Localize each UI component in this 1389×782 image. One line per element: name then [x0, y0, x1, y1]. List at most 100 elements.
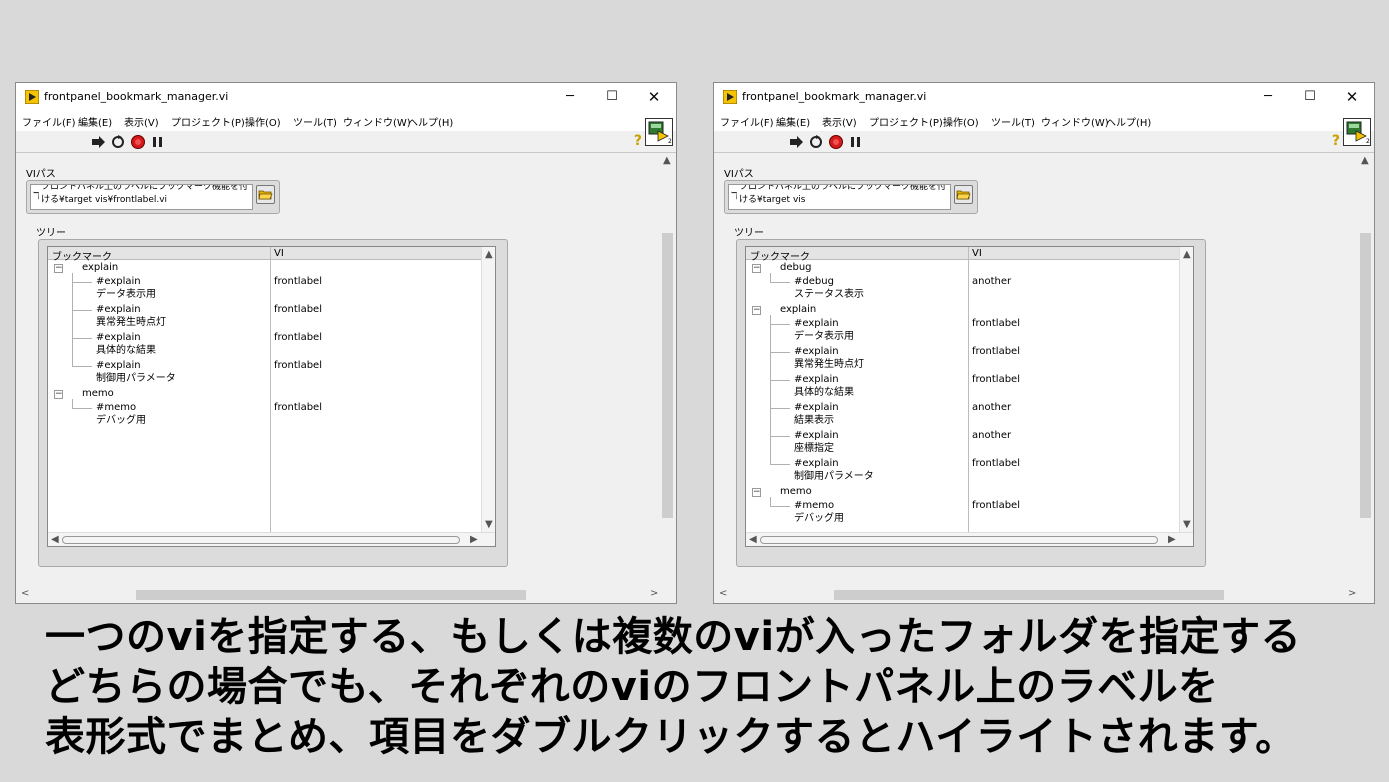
help-icon[interactable]: ? [634, 133, 642, 149]
menu-file[interactable]: ファイル(F) [22, 114, 76, 129]
vi-path-control: ℸ フロントパネル上のラベルにブックマーク機能を付 ける¥target vis¥… [26, 180, 280, 214]
help-icon[interactable]: ? [1332, 133, 1340, 149]
menu-view[interactable]: 表示(V) [124, 114, 159, 129]
menu-tools[interactable]: ツール(T) [293, 114, 337, 129]
tree-item-row[interactable]: #explain 制御用パラメータ frontlabel [746, 458, 1180, 484]
tree-item-row[interactable]: #explain 異常発生時点灯 frontlabel [746, 346, 1180, 372]
bookmark-tag: #explain [794, 430, 839, 441]
scroll-down-arrow-icon[interactable]: ▼ [1183, 519, 1191, 530]
tree-item-row[interactable]: #explain データ表示用 frontlabel [746, 318, 1180, 344]
vi-path-input[interactable]: ℸ フロントパネル上のラベルにブックマーク機能を付 ける¥target vis [728, 184, 951, 210]
scroll-right-arrow-icon[interactable]: > [650, 588, 658, 599]
tree-group-row[interactable]: − explain [48, 262, 270, 275]
scroll-up-arrow-icon[interactable]: ▲ [663, 155, 671, 166]
close-button[interactable]: ✕ [1332, 87, 1372, 107]
menu-window[interactable]: ウィンドウ(W) [343, 114, 411, 129]
bookmark-vi-name: frontlabel [972, 374, 1020, 385]
browse-button[interactable] [954, 185, 973, 204]
tree-vertical-scrollbar[interactable]: ▲ ▼ [481, 247, 495, 534]
pause-icon[interactable] [150, 134, 166, 150]
scroll-down-arrow-icon[interactable]: ▼ [485, 519, 493, 530]
connector-pane-icon[interactable]: 2 [1343, 118, 1371, 146]
tree-item-row[interactable]: #explain 結果表示 another [746, 402, 1180, 428]
scroll-right-arrow-icon[interactable]: ▶ [1168, 534, 1176, 545]
run-continuously-icon[interactable] [808, 134, 824, 150]
scroll-left-arrow-icon[interactable]: < [21, 588, 29, 599]
window-vertical-thumb[interactable] [1360, 233, 1371, 518]
window-horizontal-thumb[interactable] [136, 590, 526, 600]
pause-icon[interactable] [848, 134, 864, 150]
tree-horizontal-thumb[interactable] [760, 536, 1158, 544]
window-vertical-scrollbar[interactable]: ▲ [659, 153, 676, 587]
bookmark-label: 制御用パラメータ [794, 471, 874, 482]
vi-path-input[interactable]: ℸ フロントパネル上のラベルにブックマーク機能を付 ける¥target vis¥… [30, 184, 253, 210]
tree-horizontal-thumb[interactable] [62, 536, 460, 544]
run-arrow-icon[interactable] [90, 134, 106, 150]
menu-tools[interactable]: ツール(T) [991, 114, 1035, 129]
close-button[interactable]: ✕ [634, 87, 674, 107]
menu-file[interactable]: ファイル(F) [720, 114, 774, 129]
collapse-toggle-icon[interactable]: − [752, 306, 761, 315]
tree-vertical-scrollbar[interactable]: ▲ ▼ [1179, 247, 1193, 534]
tree-item-row[interactable]: #explain 異常発生時点灯 frontlabel [48, 304, 482, 330]
maximize-button[interactable]: ☐ [1290, 87, 1330, 107]
menu-project[interactable]: プロジェクト(P) [869, 114, 943, 129]
collapse-toggle-icon[interactable]: − [752, 264, 761, 273]
tree-item-row[interactable]: #memo デバッグ用 frontlabel [48, 402, 482, 428]
collapse-toggle-icon[interactable]: − [54, 264, 63, 273]
window-horizontal-scrollbar[interactable]: < > [16, 586, 676, 603]
bookmark-tree[interactable]: ブックマーク VI − debug #debug ステータス表示 another − exp… [745, 246, 1194, 547]
abort-icon[interactable] [828, 134, 844, 150]
menu-help[interactable]: ヘルプ(H) [1106, 114, 1151, 129]
scroll-up-arrow-icon[interactable]: ▲ [485, 249, 493, 260]
connector-pane-icon[interactable]: 2 [645, 118, 673, 146]
tree-item-row[interactable]: #explain 具体的な結果 frontlabel [48, 332, 482, 358]
labview-vi-icon [25, 90, 39, 104]
browse-button[interactable] [256, 185, 275, 204]
window-horizontal-thumb[interactable] [834, 590, 1224, 600]
tree-item-row[interactable]: #explain 座標指定 another [746, 430, 1180, 456]
tree-item-row[interactable]: #memo デバッグ用 frontlabel [746, 500, 1180, 526]
minimize-button[interactable]: ─ [1248, 87, 1288, 107]
menu-edit[interactable]: 編集(E) [776, 114, 810, 129]
collapse-toggle-icon[interactable]: − [752, 488, 761, 497]
menu-edit[interactable]: 編集(E) [78, 114, 112, 129]
tree-group-row[interactable]: − memo [48, 388, 270, 401]
bookmark-label: ステータス表示 [794, 289, 864, 300]
menu-window[interactable]: ウィンドウ(W) [1041, 114, 1109, 129]
menu-operate[interactable]: 操作(O) [245, 114, 281, 129]
tree-item-row[interactable]: #explain データ表示用 frontlabel [48, 276, 482, 302]
abort-icon[interactable] [130, 134, 146, 150]
collapse-toggle-icon[interactable]: − [54, 390, 63, 399]
menu-view[interactable]: 表示(V) [822, 114, 857, 129]
bookmark-tree[interactable]: ブックマーク VI − explain #explain データ表示用 frontlab… [47, 246, 496, 547]
run-arrow-icon[interactable] [788, 134, 804, 150]
tree-item-row[interactable]: #explain 具体的な結果 frontlabel [746, 374, 1180, 400]
tree-group-row[interactable]: − debug [746, 262, 968, 275]
menu-help[interactable]: ヘルプ(H) [408, 114, 453, 129]
menu-operate[interactable]: 操作(O) [943, 114, 979, 129]
tree-item-row[interactable]: #explain 制御用パラメータ frontlabel [48, 360, 482, 386]
scroll-left-arrow-icon[interactable]: < [719, 588, 727, 599]
scroll-up-arrow-icon[interactable]: ▲ [1183, 249, 1191, 260]
menu-project[interactable]: プロジェクト(P) [171, 114, 245, 129]
tree-trunk-line [770, 315, 771, 464]
tree-group-row[interactable]: − memo [746, 486, 968, 499]
minimize-button[interactable]: ─ [550, 87, 590, 107]
scroll-left-arrow-icon[interactable]: ◀ [749, 534, 757, 545]
bookmark-vi-name: frontlabel [274, 360, 322, 371]
window-vertical-thumb[interactable] [662, 233, 673, 518]
window-vertical-scrollbar[interactable]: ▲ [1357, 153, 1374, 587]
scroll-right-arrow-icon[interactable]: > [1348, 588, 1356, 599]
toolbar: ? [16, 131, 676, 153]
window-horizontal-scrollbar[interactable]: < > [714, 586, 1374, 603]
run-continuously-icon[interactable] [110, 134, 126, 150]
tree-horizontal-scrollbar[interactable]: ◀ ▶ [746, 532, 1193, 546]
tree-item-row[interactable]: #debug ステータス表示 another [746, 276, 1180, 302]
scroll-right-arrow-icon[interactable]: ▶ [470, 534, 478, 545]
scroll-up-arrow-icon[interactable]: ▲ [1361, 155, 1369, 166]
tree-horizontal-scrollbar[interactable]: ◀ ▶ [48, 532, 495, 546]
scroll-left-arrow-icon[interactable]: ◀ [51, 534, 59, 545]
tree-group-row[interactable]: − explain [746, 304, 968, 317]
maximize-button[interactable]: ☐ [592, 87, 632, 107]
